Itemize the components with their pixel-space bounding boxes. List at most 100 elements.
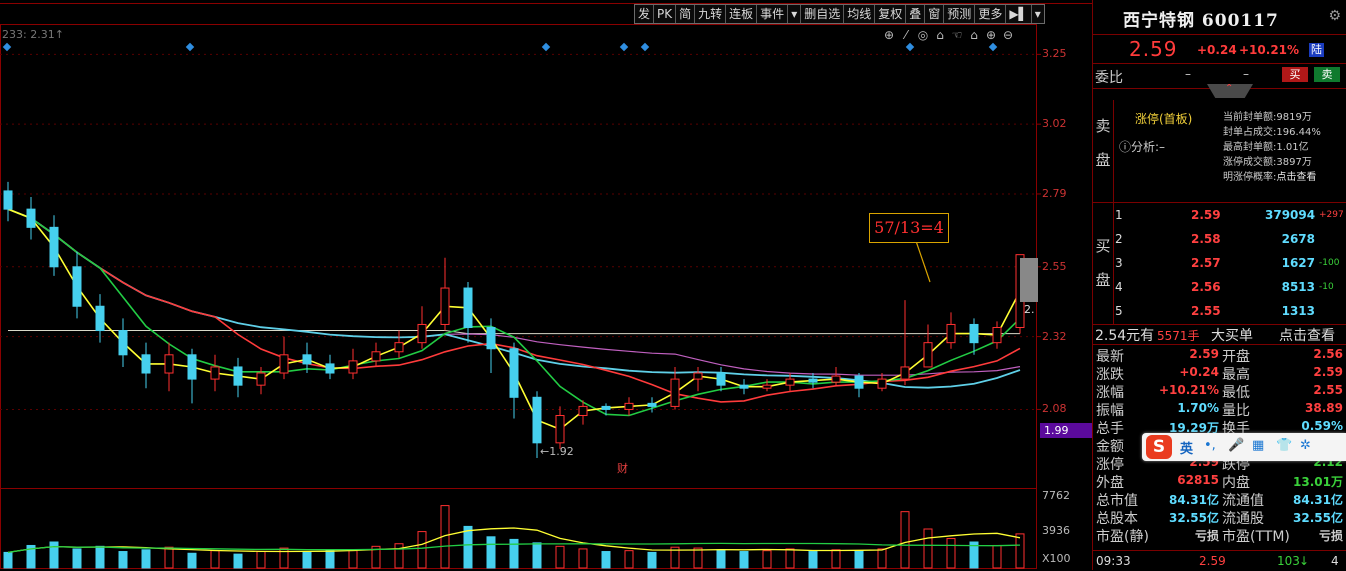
candle-body — [647, 402, 657, 407]
candle-body — [118, 330, 128, 356]
toolbar-button-3[interactable]: 九转 — [695, 5, 727, 23]
bid-change: -100 — [1319, 258, 1340, 268]
ime-toolbar[interactable]: S 英 •, 🎤 ▦ 👕 ✲ — [1142, 433, 1346, 461]
stat-label: 量比 — [1222, 403, 1250, 419]
event-marker-icon — [619, 42, 629, 52]
annotation-box[interactable]: 57/13=4 — [869, 213, 949, 243]
toolbar-button-5[interactable]: 事件 — [757, 5, 789, 23]
stat-label: 总市值 — [1096, 493, 1138, 509]
stat-row: 最新 2.59 开盘 2.56 — [1093, 346, 1346, 365]
stat-row: 涨幅 +10.21% 最低 2.55 — [1093, 382, 1346, 401]
kline-chart-svg[interactable] — [0, 0, 1092, 570]
analysis-link[interactable]: ⓘ分析:– — [1119, 138, 1165, 155]
sell-vertical-label-2: 盘 — [1095, 151, 1111, 169]
limit-up-info-row: 当前封单额:9819万 — [1223, 110, 1321, 125]
stat-value: 0.59% — [1301, 419, 1343, 433]
collapse-toggle[interactable]: ⌃ — [1207, 84, 1253, 98]
chart-tool-icon-5[interactable]: ⌂ — [967, 28, 981, 42]
bid-row[interactable]: 1 2.59 379094 +297 — [1115, 204, 1346, 226]
toolbar-button-6[interactable]: ▾ — [788, 5, 802, 23]
toolbar-button-9[interactable]: 复权 — [875, 5, 907, 23]
big-order-price: 2.54元有 — [1095, 328, 1155, 344]
toolbar-button-14[interactable]: ▶▌ — [1006, 5, 1032, 23]
big-order-link[interactable]: 点击查看 — [1279, 325, 1335, 345]
tools-icon[interactable]: ✲ — [1300, 438, 1311, 453]
chart-tool-icon-2[interactable]: ◎ — [916, 28, 930, 42]
info-value[interactable]: 点击查看 — [1276, 172, 1316, 183]
volume-bar — [647, 551, 657, 569]
candle-body — [210, 366, 220, 380]
bid-level: 1 — [1115, 208, 1123, 222]
stat-label: 开盘 — [1222, 349, 1250, 365]
toolbar-button-0[interactable]: 发 — [635, 5, 655, 23]
bid-row[interactable]: 5 2.55 1313 — [1115, 300, 1346, 322]
bid-row[interactable]: 4 2.56 8513 -10 — [1115, 276, 1346, 298]
stat-label: 最新 — [1096, 349, 1124, 365]
chart-tool-icon-1[interactable]: ⁄ — [899, 28, 913, 42]
candle-body — [854, 375, 864, 389]
chart-tool-icon-4[interactable]: ☜ — [950, 28, 964, 42]
sell-button[interactable]: 卖 — [1314, 67, 1340, 82]
gear-icon[interactable]: ⚙ — [1328, 8, 1341, 24]
bid-level: 5 — [1115, 304, 1123, 318]
big-order-row: 2.54元有 5571手 大买单 点击查看 — [1093, 324, 1346, 345]
finance-event-marker[interactable]: 财 — [617, 460, 628, 476]
toolbar-button-2[interactable]: 简 — [676, 5, 696, 23]
toolbar-button-7[interactable]: 删自选 — [801, 5, 845, 23]
volume-bar — [348, 550, 358, 569]
partial-price-label: 2. — [1024, 303, 1035, 316]
volume-bar — [325, 549, 335, 569]
bid-level: 3 — [1115, 256, 1123, 270]
price-change: +0.24 — [1197, 43, 1237, 57]
keyboard-icon[interactable]: ▦ — [1252, 438, 1264, 453]
candle-body — [923, 342, 933, 368]
skin-icon[interactable]: 👕 — [1276, 438, 1292, 453]
event-marker-icon — [640, 42, 650, 52]
candle-body — [946, 323, 956, 344]
quote-panel: 西宁特钢 600117 ⚙ 2.59 +0.24 +10.21% 陆 委比 – … — [1092, 0, 1346, 570]
candle-body — [233, 366, 243, 386]
sogou-logo-icon[interactable]: S — [1146, 435, 1172, 459]
bid-row[interactable]: 3 2.57 1627 -100 — [1115, 252, 1346, 274]
bid-row[interactable]: 2 2.58 2678 — [1115, 228, 1346, 250]
buy-button[interactable]: 买 — [1282, 67, 1308, 82]
stat-label: 金额 — [1096, 439, 1124, 455]
volume-bar — [3, 551, 13, 569]
chart-tool-icon-6[interactable]: ⊕ — [984, 28, 998, 42]
connect-badge[interactable]: 陆 — [1309, 43, 1324, 57]
microphone-icon[interactable]: 🎤 — [1228, 438, 1244, 453]
toolbar-button-11[interactable]: 窗 — [925, 5, 945, 23]
toolbar-button-4[interactable]: 连板 — [726, 5, 758, 23]
annotation-pointer — [915, 240, 931, 283]
kline-chart-area[interactable]: 发 PK 简九转 连板 事件 ▾ 删自选 均线 复权叠窗预测 更多 ▶▌ ▾ ⊕ ⁄ ◎ ⌂ ☜ ⌂ ⊕ ⊖ 233… — [0, 0, 1094, 570]
info-key: 最高封单额: — [1223, 142, 1277, 153]
tick-time: 09:33 — [1096, 554, 1131, 568]
tick-volume: 103 — [1277, 554, 1300, 568]
candle-body — [808, 378, 818, 383]
tick-price: 2.59 — [1199, 554, 1226, 568]
punctuation-icon[interactable]: •, — [1204, 438, 1216, 453]
candle-body — [670, 378, 680, 407]
toolbar-button-1[interactable]: PK — [654, 5, 677, 23]
info-value: 3897万 — [1276, 157, 1312, 168]
toolbar-button-13[interactable]: 更多 — [975, 5, 1007, 23]
toolbar-button-12[interactable]: 预测 — [944, 5, 976, 23]
ime-lang-toggle[interactable]: 英 — [1180, 438, 1193, 457]
toolbar-button-8[interactable]: 均线 — [844, 5, 876, 23]
chart-tool-icon-3[interactable]: ⌂ — [933, 28, 947, 42]
stat-value: 32.55亿 — [1293, 511, 1343, 525]
toolbar-button-10[interactable]: 叠 — [906, 5, 926, 23]
bid-level: 4 — [1115, 280, 1123, 294]
candle-body — [739, 384, 749, 389]
stat-value: 84.31亿 — [1169, 493, 1219, 507]
volume-bar — [486, 536, 496, 569]
buy-vertical-label-1: 买 — [1095, 237, 1111, 255]
event-marker-icon — [905, 42, 915, 52]
volume-bar — [233, 553, 243, 569]
volume-bar — [417, 531, 427, 569]
toolbar-button-15[interactable]: ▾ — [1032, 5, 1044, 23]
chart-tool-icon-7[interactable]: ⊖ — [1001, 28, 1015, 42]
chart-tool-icon-0[interactable]: ⊕ — [882, 28, 896, 42]
bid-volume: 8513 — [1281, 280, 1315, 294]
candle-body — [532, 396, 542, 444]
